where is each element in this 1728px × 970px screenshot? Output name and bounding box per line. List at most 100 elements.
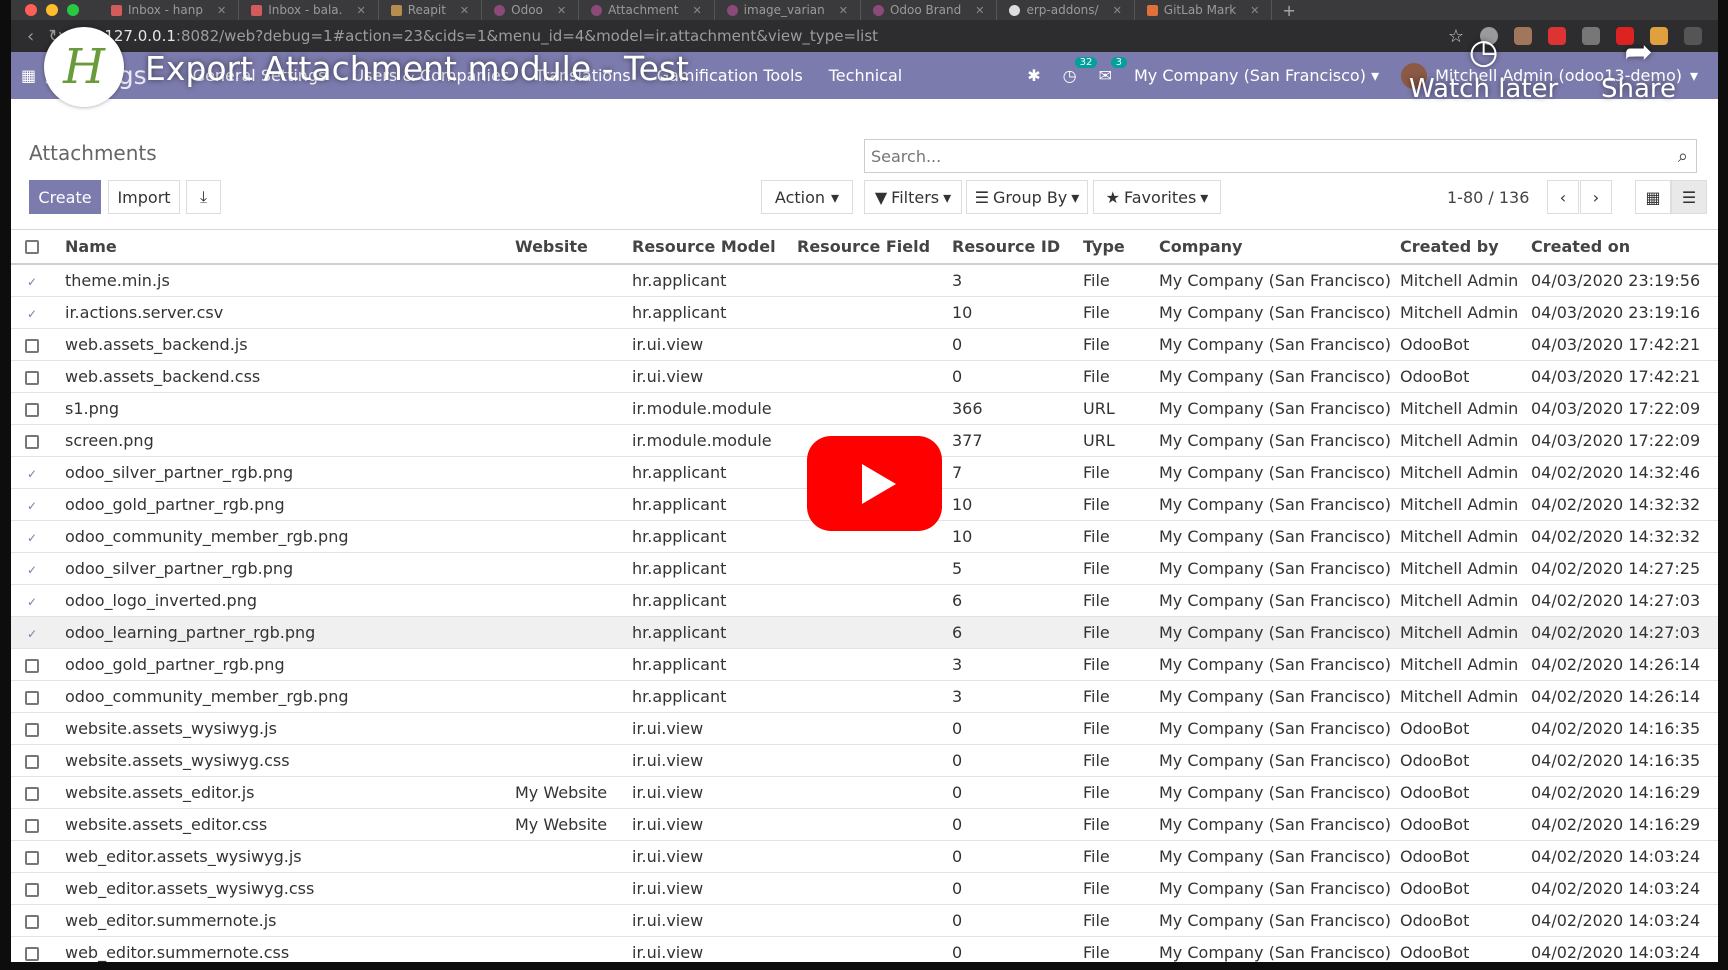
column-header[interactable]: Company bbox=[1153, 229, 1394, 265]
browser-tab[interactable]: Odoo Brand ✕ bbox=[861, 0, 998, 20]
browser-tab[interactable]: Reapit ✕ bbox=[379, 0, 483, 20]
column-header[interactable]: Resource Field bbox=[791, 229, 946, 265]
zoom-window-button[interactable] bbox=[67, 4, 79, 16]
play-button[interactable] bbox=[807, 436, 942, 531]
close-icon[interactable]: ✕ bbox=[356, 4, 365, 17]
row-checkbox[interactable] bbox=[25, 338, 39, 353]
table-row[interactable]: website.assets_wysiwyg.js ir.ui.view 0 File… bbox=[11, 712, 1718, 745]
column-header[interactable]: Name bbox=[59, 229, 509, 265]
table-row[interactable]: ✓ odoo_silver_partner_rgb.png hr.applicant… bbox=[11, 552, 1718, 585]
close-icon[interactable]: ✕ bbox=[217, 4, 226, 17]
activity-menu[interactable]: ◷ 32 bbox=[1063, 57, 1098, 85]
pager-value[interactable]: 1-80 / 136 bbox=[1447, 188, 1529, 207]
table-row[interactable]: web_editor.assets_wysiwyg.css ir.ui.view 0… bbox=[11, 872, 1718, 905]
video-title[interactable]: Export Attachment module - Test bbox=[145, 49, 689, 88]
back-icon[interactable]: ‹ bbox=[27, 26, 34, 47]
table-row[interactable]: s1.png ir.module.module 366 URL My Company (… bbox=[11, 392, 1718, 425]
browser-tab[interactable]: Inbox - hanp ✕ bbox=[99, 0, 240, 20]
pager-previous-button[interactable]: ‹ bbox=[1547, 180, 1579, 214]
menu-icon[interactable] bbox=[1684, 27, 1702, 45]
row-checkbox[interactable] bbox=[25, 818, 39, 833]
table-row[interactable]: website.assets_editor.js My Website ir.ui.… bbox=[11, 776, 1718, 809]
row-checkbox[interactable]: ✓ bbox=[25, 595, 39, 609]
search-input[interactable] bbox=[865, 141, 1678, 171]
column-header[interactable]: Resource Model bbox=[626, 229, 791, 265]
column-header[interactable]: Created by bbox=[1394, 229, 1525, 265]
table-row[interactable]: web_editor.assets_wysiwyg.js ir.ui.view 0 F… bbox=[11, 840, 1718, 873]
apps-menu-icon[interactable]: ▦ bbox=[21, 66, 36, 85]
close-icon[interactable]: ✕ bbox=[1250, 4, 1259, 17]
search-icon[interactable]: ⌕ bbox=[1678, 146, 1688, 167]
table-row[interactable]: ✓ ir.actions.server.csv hr.applicant 10 File… bbox=[11, 296, 1718, 329]
row-checkbox[interactable] bbox=[25, 434, 39, 449]
row-checkbox[interactable]: ✓ bbox=[25, 563, 39, 577]
row-checkbox[interactable] bbox=[25, 850, 39, 865]
row-checkbox[interactable]: ✓ bbox=[25, 275, 39, 289]
minimize-window-button[interactable] bbox=[46, 4, 58, 16]
column-header[interactable]: Resource ID bbox=[946, 229, 1077, 265]
row-checkbox[interactable] bbox=[25, 722, 39, 737]
row-checkbox[interactable] bbox=[25, 690, 39, 705]
row-checkbox[interactable] bbox=[25, 658, 39, 673]
row-checkbox[interactable] bbox=[25, 370, 39, 385]
download-button[interactable]: ⤓ bbox=[186, 180, 221, 214]
list-view-button[interactable]: ☰ bbox=[1671, 180, 1707, 214]
row-checkbox[interactable] bbox=[25, 914, 39, 929]
close-window-button[interactable] bbox=[25, 4, 37, 16]
select-all-checkbox[interactable] bbox=[25, 240, 39, 254]
row-checkbox[interactable]: ✓ bbox=[25, 531, 39, 545]
table-row[interactable]: ✓ theme.min.js hr.applicant 3 File My Company… bbox=[11, 264, 1718, 297]
close-icon[interactable]: ✕ bbox=[692, 4, 701, 17]
table-row[interactable]: odoo_community_member_rgb.png hr.applican… bbox=[11, 680, 1718, 713]
row-checkbox[interactable]: ✓ bbox=[25, 627, 39, 641]
close-icon[interactable]: ✕ bbox=[557, 4, 566, 17]
column-header[interactable]: Website bbox=[509, 229, 626, 265]
create-button[interactable]: Create bbox=[29, 180, 101, 214]
browser-tab[interactable]: Odoo ✕ bbox=[482, 0, 580, 20]
address-bar[interactable]: ⓘ 127.0.0.1:8082/web?debug=1#action=23&c… bbox=[81, 23, 1448, 49]
row-checkbox[interactable] bbox=[25, 946, 39, 961]
share-button[interactable]: ➦ Share bbox=[1601, 30, 1676, 104]
table-row[interactable]: web.assets_backend.js ir.ui.view 0 File My C… bbox=[11, 328, 1718, 361]
table-row[interactable]: web_editor.summernote.css ir.ui.view 0 File… bbox=[11, 936, 1718, 962]
debug-bug-icon[interactable]: ✱ bbox=[1027, 66, 1040, 85]
table-row[interactable]: website.assets_editor.css My Website ir.ui… bbox=[11, 808, 1718, 841]
import-button[interactable]: Import bbox=[108, 180, 180, 214]
pager-next-button[interactable]: › bbox=[1580, 180, 1612, 214]
action-dropdown[interactable]: Action ▾ bbox=[761, 180, 853, 214]
groupby-dropdown[interactable]: ☰ Group By ▾ bbox=[966, 180, 1088, 214]
favorites-dropdown[interactable]: ★ Favorites ▾ bbox=[1093, 180, 1221, 214]
close-icon[interactable]: ✕ bbox=[975, 4, 984, 17]
browser-tab[interactable]: Inbox - bala. ✕ bbox=[239, 0, 379, 20]
close-icon[interactable]: ✕ bbox=[460, 4, 469, 17]
table-row[interactable]: ✓ odoo_learning_partner_rgb.png hr.applica… bbox=[11, 616, 1718, 649]
row-checkbox[interactable] bbox=[25, 754, 39, 769]
watch-later-button[interactable]: ◷ Watch later bbox=[1409, 30, 1558, 104]
close-icon[interactable]: ✕ bbox=[1113, 4, 1122, 17]
row-checkbox[interactable] bbox=[25, 882, 39, 897]
column-header[interactable]: Created on bbox=[1525, 229, 1718, 265]
filters-dropdown[interactable]: ▼ Filters ▾ bbox=[864, 180, 962, 214]
table-row[interactable]: web.assets_backend.css ir.ui.view 0 File My … bbox=[11, 360, 1718, 393]
row-checkbox[interactable]: ✓ bbox=[25, 307, 39, 321]
table-row[interactable]: odoo_gold_partner_rgb.png hr.applicant 3 Fi… bbox=[11, 648, 1718, 681]
row-checkbox[interactable]: ✓ bbox=[25, 499, 39, 513]
browser-tab[interactable]: image_varian ✕ bbox=[715, 0, 861, 20]
row-checkbox[interactable] bbox=[25, 786, 39, 801]
table-row[interactable]: web_editor.summernote.js ir.ui.view 0 File M… bbox=[11, 904, 1718, 937]
browser-tab[interactable]: Attachment ✕ bbox=[579, 0, 715, 20]
row-checkbox[interactable]: ✓ bbox=[25, 467, 39, 481]
channel-logo[interactable]: H bbox=[44, 27, 124, 107]
browser-tab[interactable]: erp-addons/ ✕ bbox=[997, 0, 1135, 20]
close-icon[interactable]: ✕ bbox=[839, 4, 848, 17]
column-header[interactable]: Type bbox=[1077, 229, 1153, 265]
menu-technical[interactable]: Technical bbox=[829, 66, 902, 85]
table-row[interactable]: website.assets_wysiwyg.css ir.ui.view 0 Fil… bbox=[11, 744, 1718, 777]
extension-icon[interactable] bbox=[1582, 27, 1600, 45]
row-checkbox[interactable] bbox=[25, 402, 39, 417]
table-row[interactable]: ✓ odoo_logo_inverted.png hr.applicant 6 File… bbox=[11, 584, 1718, 617]
company-switcher[interactable]: My Company (San Francisco) ▾ bbox=[1134, 66, 1379, 85]
kanban-view-button[interactable]: ▦ bbox=[1635, 180, 1671, 214]
new-tab-icon[interactable]: + bbox=[1282, 1, 1295, 20]
messaging-menu[interactable]: ✉ 3 bbox=[1099, 57, 1127, 85]
